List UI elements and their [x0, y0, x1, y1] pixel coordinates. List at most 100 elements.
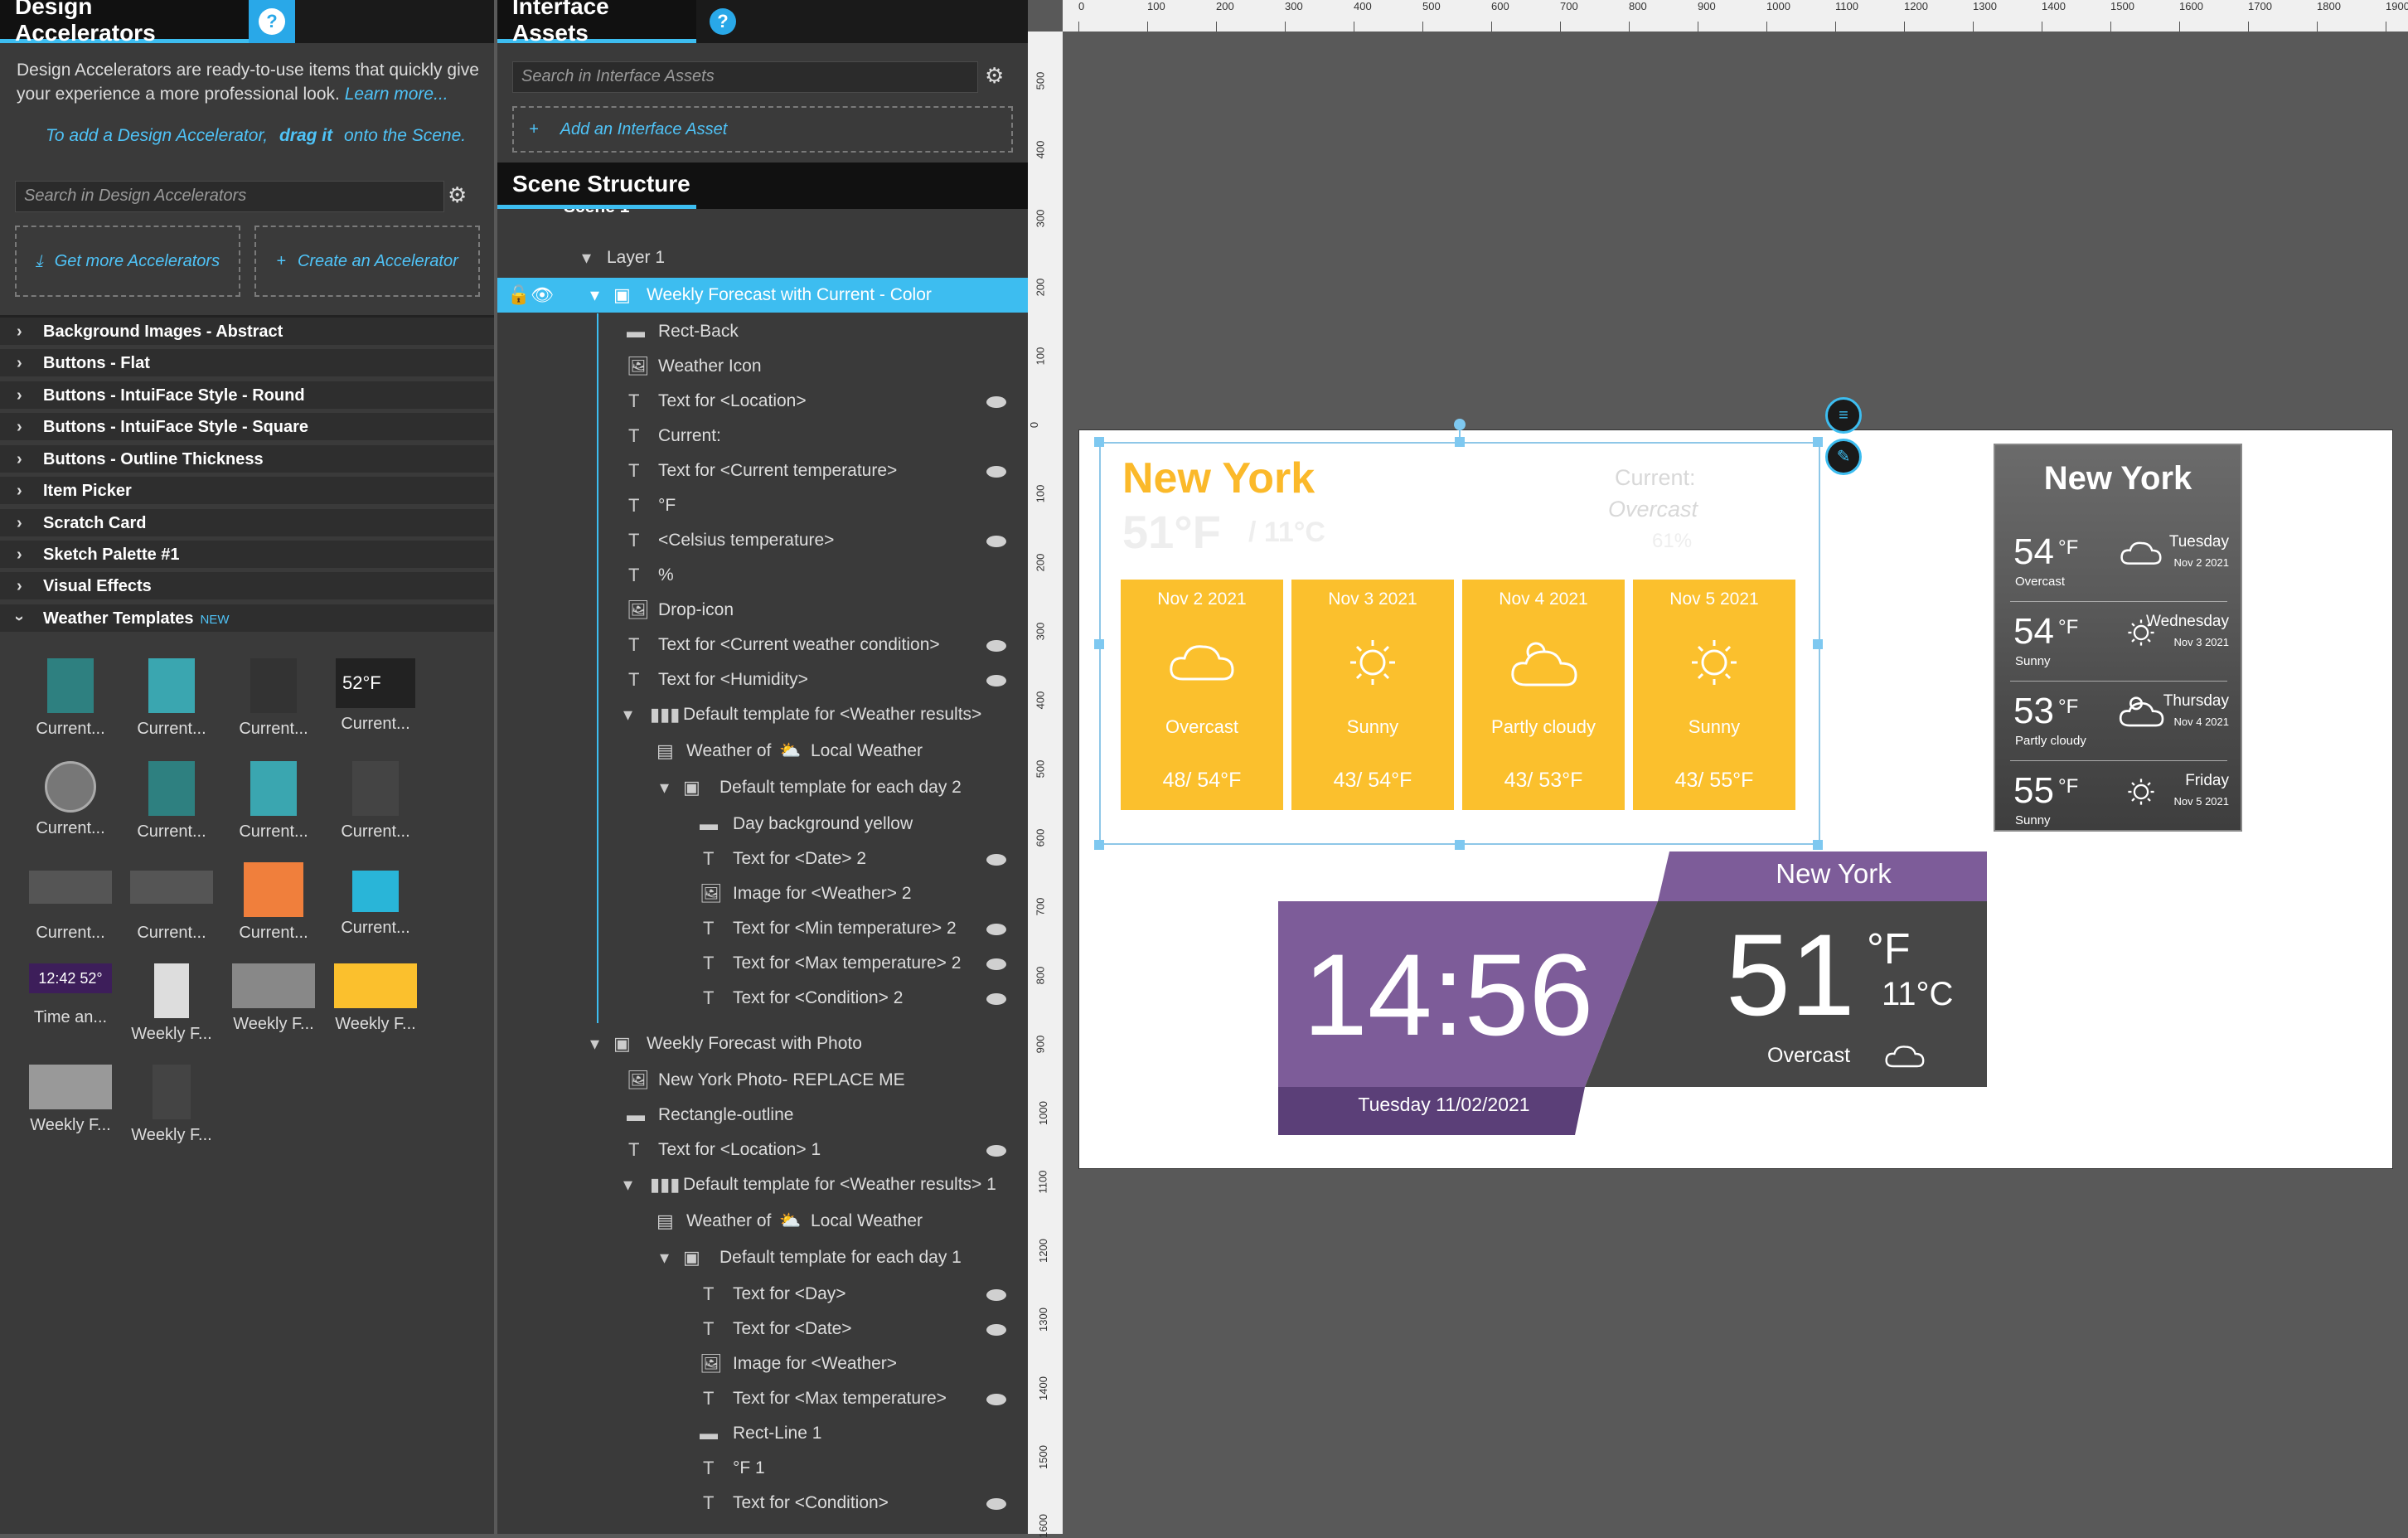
template-thumbnail[interactable]: Current... [228, 761, 319, 842]
binding-icon[interactable] [986, 1324, 1006, 1336]
tree-row[interactable]: T <Celsius temperature> [497, 523, 1028, 558]
design-accelerators-tab[interactable]: Design Accelerators [0, 0, 249, 46]
help-button[interactable]: ? [249, 0, 295, 43]
tree-row-selected[interactable]: 🔓 👁 ▾ ▣ Weekly Forecast with Current - C… [497, 278, 1028, 313]
template-thumbnail[interactable]: Weekly F... [228, 963, 319, 1034]
tree-row[interactable]: T Text for <Max temperature> 2 [497, 946, 1028, 981]
scene-structure-tab[interactable]: Scene Structure [497, 163, 696, 209]
template-thumbnail[interactable]: Current... [25, 862, 116, 943]
tree-row[interactable]: ▬ Day background yellow [497, 807, 1028, 842]
scene-row[interactable]: Scene 1 [497, 209, 1028, 237]
tree-row[interactable]: 🖼 Image for <Weather> [497, 1346, 1028, 1381]
time-and-weather-widget[interactable]: New York 14:56 Tuesday 11/02/2021 51 °F … [1278, 851, 1987, 1135]
weekly-forecast-photo-widget[interactable]: New York 54 °F Overcast Tuesday Nov 2 20… [1994, 444, 2242, 832]
tree-row-layer[interactable]: ▾ Layer 1 [497, 240, 1028, 275]
tree-row[interactable]: ▬ Rect-Back [497, 314, 1028, 349]
eye-icon[interactable]: 👁 [531, 278, 554, 313]
learn-more-link[interactable]: Learn more... [345, 85, 448, 104]
category-buttons-round[interactable]: › Buttons - IntuiFace Style - Round [0, 381, 494, 411]
binding-icon[interactable] [986, 924, 1006, 935]
binding-icon[interactable] [986, 1394, 1006, 1405]
weekly-forecast-color-widget[interactable]: New York 51°F / 11°C Current: Overcast 6… [1094, 419, 1823, 850]
get-more-accelerators-button[interactable]: ⤓ Get more Accelerators [15, 226, 240, 297]
create-accelerator-button[interactable]: + Create an Accelerator [254, 226, 480, 297]
interface-assets-tab[interactable]: Interface Assets [497, 0, 696, 46]
template-thumbnail[interactable]: 12:42 52° Time an... [25, 963, 116, 1027]
scene-area[interactable]: New York 51°F / 11°C Current: Overcast 6… [1078, 397, 2393, 1169]
category-sketch-palette[interactable]: › Sketch Palette #1 [0, 541, 494, 570]
tree-row[interactable]: ▾ ▮▮▮ Default template for <Weather result… [497, 697, 1028, 732]
category-buttons-square[interactable]: › Buttons - IntuiFace Style - Square [0, 413, 494, 443]
tree-row[interactable]: 🖼 New York Photo- REPLACE ME [497, 1063, 1028, 1098]
binding-icon[interactable] [986, 1145, 1006, 1157]
resize-handle[interactable] [1094, 840, 1104, 850]
tree-row[interactable]: T Text for <Location> [497, 384, 1028, 419]
template-thumbnail[interactable]: Current... [126, 862, 217, 943]
lock-open-icon[interactable]: 🔓 [507, 278, 530, 313]
binding-icon[interactable] [986, 1498, 1006, 1510]
template-thumbnail[interactable]: Current... [126, 761, 217, 842]
tree-row[interactable]: T Text for <Max temperature> [497, 1381, 1028, 1416]
category-scratch-card[interactable]: › Scratch Card [0, 509, 494, 539]
tree-row[interactable]: T Text for <Humidity> [497, 662, 1028, 697]
binding-icon[interactable] [986, 640, 1006, 652]
template-thumbnail[interactable]: Weekly F... [25, 1065, 116, 1135]
template-thumbnail[interactable]: Current... [228, 658, 319, 739]
search-settings-icon[interactable]: ⚙ [985, 63, 1004, 89]
binding-edit-icon[interactable]: ≡ [1825, 397, 1862, 434]
resize-handle[interactable] [1813, 437, 1823, 447]
tree-row[interactable]: T Text for <Day> [497, 1277, 1028, 1312]
binding-icon[interactable] [986, 958, 1006, 970]
template-thumbnail[interactable]: Current... [126, 658, 217, 739]
binding-icon[interactable] [986, 854, 1006, 866]
tree-row[interactable]: T Text for <Min temperature> 2 [497, 911, 1028, 946]
tree-row[interactable]: T Current: [497, 419, 1028, 454]
tree-row[interactable]: T Text for <Date> 2 [497, 842, 1028, 876]
tree-row[interactable]: T °F [497, 488, 1028, 523]
resize-handle[interactable] [1813, 639, 1823, 649]
tree-row[interactable]: 🖼 Image for <Weather> 2 [497, 876, 1028, 911]
binding-icon[interactable] [986, 1289, 1006, 1301]
wrench-icon[interactable]: ✎ [1825, 439, 1862, 475]
template-thumbnail[interactable]: Current... [330, 761, 421, 842]
category-item-picker[interactable]: › Item Picker [0, 477, 494, 507]
tree-row[interactable]: 🖼 Weather Icon [497, 349, 1028, 384]
binding-icon[interactable] [986, 396, 1006, 408]
resize-handle[interactable] [1094, 437, 1104, 447]
template-thumbnail[interactable]: Current... [330, 862, 421, 938]
accelerators-search-input[interactable]: Search in Design Accelerators [15, 181, 444, 212]
binding-icon[interactable] [986, 466, 1006, 478]
category-bg-abstract[interactable]: › Background Images - Abstract [0, 318, 494, 347]
scene-canvas[interactable]: 0 100 200 300 400 500 600 700 800 900 1000 1100 1200… [1028, 0, 2408, 1538]
binding-icon[interactable] [986, 675, 1006, 687]
resize-handle[interactable] [1813, 840, 1823, 850]
template-thumbnail[interactable]: Weekly F... [126, 1065, 217, 1145]
tree-row[interactable]: ▾ ▣ Weekly Forecast with Photo [497, 1026, 1028, 1061]
tree-row[interactable]: T Text for <Date> [497, 1312, 1028, 1346]
tree-row[interactable]: T Text for <Location> 1 [497, 1133, 1028, 1167]
tree-row[interactable]: T Text for <Current weather condition> [497, 628, 1028, 662]
category-outline-thickness[interactable]: › Buttons - Outline Thickness [0, 445, 494, 475]
category-visual-effects[interactable]: › Visual Effects [0, 572, 494, 602]
binding-icon[interactable] [986, 993, 1006, 1005]
template-thumbnail[interactable]: Current... [25, 761, 116, 838]
tree-row[interactable]: 🖼 Drop-icon [497, 593, 1028, 628]
tree-row[interactable]: T% [497, 558, 1028, 593]
assets-search-input[interactable]: Search in Interface Assets [512, 61, 978, 93]
template-thumbnail[interactable]: Weekly F... [126, 963, 217, 1044]
binding-icon[interactable] [986, 536, 1006, 547]
template-thumbnail[interactable]: Weekly F... [330, 963, 421, 1034]
tree-row[interactable]: ▬ Rectangle-outline [497, 1098, 1028, 1133]
tree-row[interactable]: ▾ ▣ Default template for each day 1 [497, 1240, 1028, 1275]
search-settings-icon[interactable]: ⚙ [448, 182, 467, 208]
tree-row[interactable]: T Text for <Current temperature> [497, 454, 1028, 488]
template-thumbnail[interactable]: 52°F Current... [330, 658, 421, 734]
tree-row[interactable]: T Text for <Condition> [497, 1486, 1028, 1521]
category-buttons-flat[interactable]: › Buttons - Flat [0, 349, 494, 379]
tree-row[interactable]: T Text for <Condition> 2 [497, 981, 1028, 1016]
category-weather-templates[interactable]: › Weather Templates NEW [0, 604, 494, 634]
tree-row[interactable]: ▤ Weather of ⛅ Local Weather [497, 734, 1028, 769]
tree-row[interactable]: ▾ ▮▮▮ Default template for <Weather result… [497, 1167, 1028, 1202]
tree-row[interactable]: ▤ Weather of ⛅ Local Weather [497, 1204, 1028, 1239]
tree-row[interactable]: ▬ Rect-Line 1 [497, 1416, 1028, 1451]
